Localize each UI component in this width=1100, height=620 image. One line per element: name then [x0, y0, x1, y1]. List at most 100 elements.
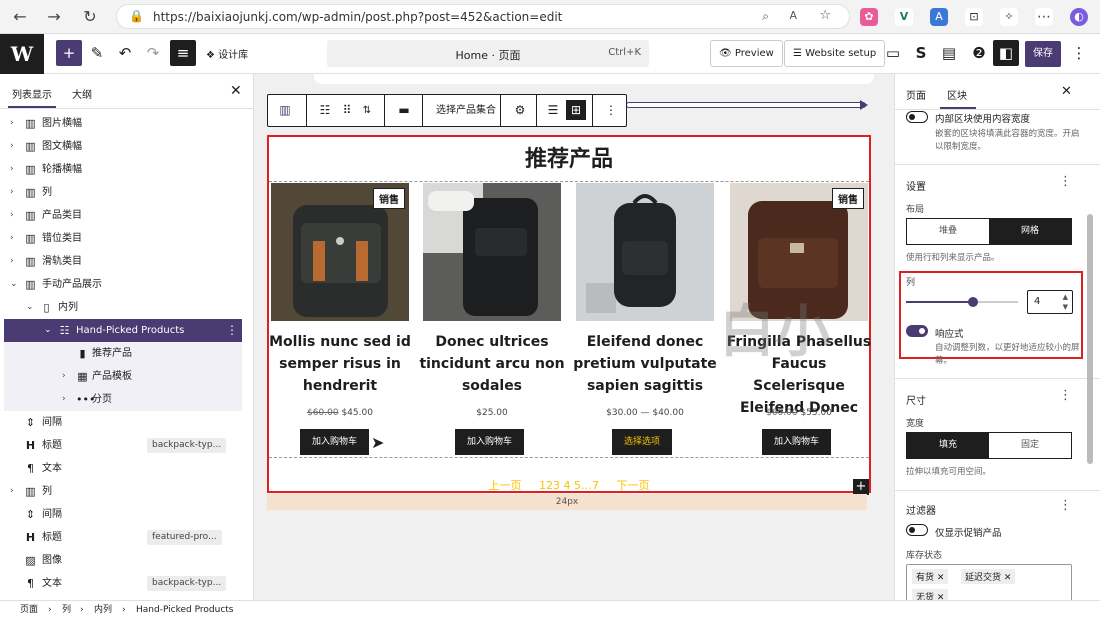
- add-to-cart-button[interactable]: 加入购物车: [455, 429, 525, 455]
- stock-tag[interactable]: 延迟交货 ✕: [961, 569, 1016, 584]
- list-item[interactable]: ¶ 文本: [0, 457, 242, 480]
- extensions-icon[interactable]: ✧: [1000, 8, 1018, 26]
- edit-pencil-icon[interactable]: ✎: [84, 40, 110, 66]
- list-item[interactable]: › ▥ 错位类目: [0, 227, 242, 250]
- design-library-button[interactable]: ❖ 设计库: [206, 46, 248, 61]
- url-text[interactable]: https://baixiaojunkj.com/wp-admin/post.p…: [153, 10, 562, 24]
- list-item[interactable]: › ••• 分页: [4, 388, 242, 411]
- list-item[interactable]: › ▥ 图片横幅: [0, 112, 242, 135]
- layout-option-stack[interactable]: 堆叠: [907, 219, 989, 244]
- page-numbers[interactable]: 123 4 5…7: [539, 479, 599, 492]
- command-palette-button[interactable]: Home · 页面 Ctrl+K: [327, 40, 649, 67]
- product-card[interactable]: Eleifend donec pretium vulputate sapien …: [573, 183, 717, 455]
- list-item[interactable]: H 标题 backpack-typ...: [0, 434, 242, 457]
- remove-icon[interactable]: ✕: [937, 573, 945, 583]
- address-bar[interactable]: 🔒 https://baixiaojunkj.com/wp-admin/post…: [116, 4, 850, 29]
- spacer-block[interactable]: 24px: [267, 494, 867, 510]
- grid-view-icon[interactable]: ⊞: [566, 100, 586, 120]
- extension-icon[interactable]: ✿: [860, 8, 878, 26]
- options-icon[interactable]: ⋮: [1059, 174, 1072, 189]
- list-item[interactable]: › ▥ 轮播横幅: [0, 158, 242, 181]
- list-item[interactable]: ▮ 推荐产品: [4, 342, 242, 365]
- list-item[interactable]: › ▦ 产品模板: [4, 365, 242, 388]
- list-item[interactable]: ⌄ ▯ 内列: [0, 296, 242, 319]
- forward-icon[interactable]: →: [44, 7, 64, 27]
- chevron-right-icon[interactable]: ›: [10, 480, 14, 503]
- product-card[interactable]: Donec ultrices tincidunt arcu non sodale…: [419, 183, 565, 455]
- device-preview-icon[interactable]: ▭: [880, 40, 906, 66]
- chevron-right-icon[interactable]: ›: [10, 158, 14, 181]
- extension-icon[interactable]: V: [895, 8, 913, 26]
- zoom-icon[interactable]: ⌕: [762, 9, 769, 24]
- breadcrumb-item[interactable]: 内列: [94, 601, 112, 620]
- add-block-icon[interactable]: +: [853, 479, 869, 495]
- next-page-link[interactable]: 下一页: [616, 479, 649, 492]
- undo-icon[interactable]: ↶: [112, 40, 138, 66]
- width-option-fill[interactable]: 填充: [907, 433, 989, 458]
- column-icon[interactable]: ▥: [268, 95, 302, 126]
- product-image[interactable]: [423, 183, 561, 321]
- responsive-toggle[interactable]: [906, 325, 928, 337]
- list-item[interactable]: ⇕ 间隔: [0, 411, 242, 434]
- tab-outline[interactable]: 大纲: [72, 86, 92, 101]
- chevron-right-icon[interactable]: ›: [10, 204, 14, 227]
- breadcrumb-item[interactable]: Hand-Picked Products: [136, 601, 234, 620]
- stock-tag[interactable]: 有货 ✕: [912, 569, 949, 584]
- width-option-fixed[interactable]: 固定: [989, 433, 1071, 458]
- wordpress-logo-icon[interactable]: W: [0, 34, 44, 74]
- list-item[interactable]: › ▥ 产品类目: [0, 204, 242, 227]
- product-name[interactable]: Donec ultrices tincidunt arcu non sodale…: [417, 331, 567, 397]
- product-name[interactable]: Eleifend donec pretium vulputate sapien …: [570, 331, 720, 397]
- add-to-cart-button[interactable]: 加入购物车: [300, 429, 370, 455]
- product-collection-block[interactable]: 推荐产品 销售 Mollis nunc sed id semper risus …: [267, 135, 871, 495]
- breadcrumb-item[interactable]: 页面: [20, 601, 38, 620]
- favorite-star-icon[interactable]: ☆: [819, 8, 831, 23]
- product-name[interactable]: Mollis nunc sed id semper risus in hendr…: [265, 331, 415, 397]
- select-collection-button[interactable]: 选择产品集合: [426, 95, 506, 126]
- add-to-cart-button[interactable]: 加入购物车: [762, 429, 832, 455]
- inner-width-toggle[interactable]: [906, 111, 928, 123]
- close-icon[interactable]: ✕: [1061, 84, 1072, 99]
- plugin-b-icon[interactable]: ❷: [966, 40, 992, 66]
- settings-sidebar-icon[interactable]: ◧: [993, 40, 1019, 66]
- back-icon[interactable]: ←: [10, 7, 30, 27]
- preview-button[interactable]: 👁 Preview: [710, 40, 783, 67]
- chevron-right-icon[interactable]: ›: [10, 227, 14, 250]
- more-options-icon[interactable]: ⋮: [596, 95, 626, 126]
- list-item[interactable]: ⇕ 间隔: [0, 503, 242, 526]
- list-item[interactable]: › ▥ 列: [0, 480, 242, 503]
- options-icon[interactable]: ⋮: [1059, 498, 1072, 513]
- options-icon[interactable]: ⋮: [1066, 40, 1092, 66]
- list-view-icon[interactable]: ☰: [540, 95, 566, 126]
- tab-page[interactable]: 页面: [906, 87, 926, 102]
- tab-block[interactable]: 区块: [947, 87, 967, 102]
- list-item[interactable]: ¶ 文本 backpack-typ...: [0, 572, 242, 595]
- layout-option-grid[interactable]: 网格: [989, 219, 1071, 244]
- list-item[interactable]: ▨ 图像: [0, 549, 242, 572]
- list-item[interactable]: › ▥ 滑轨类目: [0, 250, 242, 273]
- chevron-right-icon[interactable]: ›: [62, 388, 66, 411]
- more-icon[interactable]: ⋯: [1035, 8, 1053, 26]
- add-block-icon[interactable]: +: [56, 40, 82, 66]
- stepper-icon[interactable]: ▲ ▼: [1063, 292, 1068, 312]
- chevron-right-icon[interactable]: ›: [62, 365, 66, 388]
- breadcrumb-item[interactable]: 列: [62, 601, 71, 620]
- read-aloud-icon[interactable]: A: [789, 9, 797, 22]
- document-overview-icon[interactable]: ≡: [170, 40, 196, 66]
- copilot-icon[interactable]: ◐: [1070, 8, 1088, 26]
- chevron-right-icon[interactable]: ›: [10, 181, 14, 204]
- prev-page-link[interactable]: 上一页: [489, 479, 522, 492]
- chevron-down-icon[interactable]: ⌄: [10, 273, 18, 296]
- remove-icon[interactable]: ✕: [937, 593, 945, 600]
- reload-icon[interactable]: ↻: [80, 7, 100, 27]
- options-icon[interactable]: ⋮: [1059, 388, 1072, 403]
- chevron-right-icon[interactable]: ›: [10, 112, 14, 135]
- sale-only-toggle[interactable]: [906, 524, 928, 536]
- redo-icon[interactable]: ↷: [140, 40, 166, 66]
- product-image[interactable]: [576, 183, 714, 321]
- product-card[interactable]: 销售 Mollis nunc sed id semper risus in he…: [269, 183, 411, 455]
- chevron-down-icon[interactable]: ⌄: [26, 296, 34, 319]
- list-item[interactable]: › ▥ 图文横幅: [0, 135, 242, 158]
- options-icon[interactable]: ⋮: [226, 319, 238, 342]
- chevron-right-icon[interactable]: ›: [10, 135, 14, 158]
